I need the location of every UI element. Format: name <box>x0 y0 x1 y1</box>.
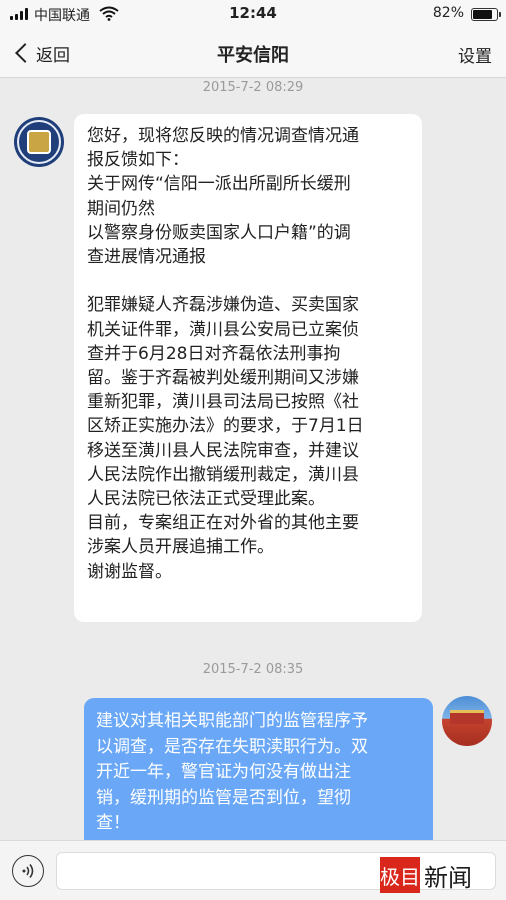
page-title: 平安信阳 <box>217 45 289 66</box>
voice-icon[interactable] <box>12 855 44 887</box>
official-message-bubble[interactable]: 您好，现将您反映的情况调查情况通 报反馈如下： 关于网传“信阳一派出所副所长缓刑… <box>74 114 422 622</box>
battery-icon <box>471 8 501 21</box>
clock: 12:44 <box>229 4 277 22</box>
user-message-bubble[interactable]: 建议对其相关职能部门的监管程序予 以调查，是否存在失职渎职行为。双 开近一年，警… <box>84 698 433 840</box>
watermark-red-text: 极目 <box>380 857 420 893</box>
user-avatar[interactable] <box>442 696 492 746</box>
chat-area[interactable]: 2015-7-2 08:29 您好，现将您反映的情况调查情况通 报反馈如下： 关… <box>0 79 506 840</box>
official-message-text: 您好，现将您反映的情况调查情况通 报反馈如下： 关于网传“信阳一派出所副所长缓刑… <box>87 126 364 582</box>
watermark-black-text: 新闻 <box>424 863 472 892</box>
status-bar: 中国联通 12:44 82% <box>0 0 506 28</box>
message-timestamp: 2015-7-2 08:29 <box>202 80 304 95</box>
nav-bar: 返回 平安信阳 设置 <box>0 28 506 78</box>
police-emblem-icon[interactable] <box>14 117 64 167</box>
message-timestamp: 2015-7-2 08:35 <box>202 662 304 677</box>
user-message-text: 建议对其相关职能部门的监管程序予 以调查，是否存在失职渎职行为。双 开近一年，警… <box>96 711 368 834</box>
watermark-logo: 极目 新闻 <box>380 857 472 893</box>
settings-button[interactable]: 设置 <box>458 42 492 67</box>
battery-percent: 82% <box>432 5 464 21</box>
